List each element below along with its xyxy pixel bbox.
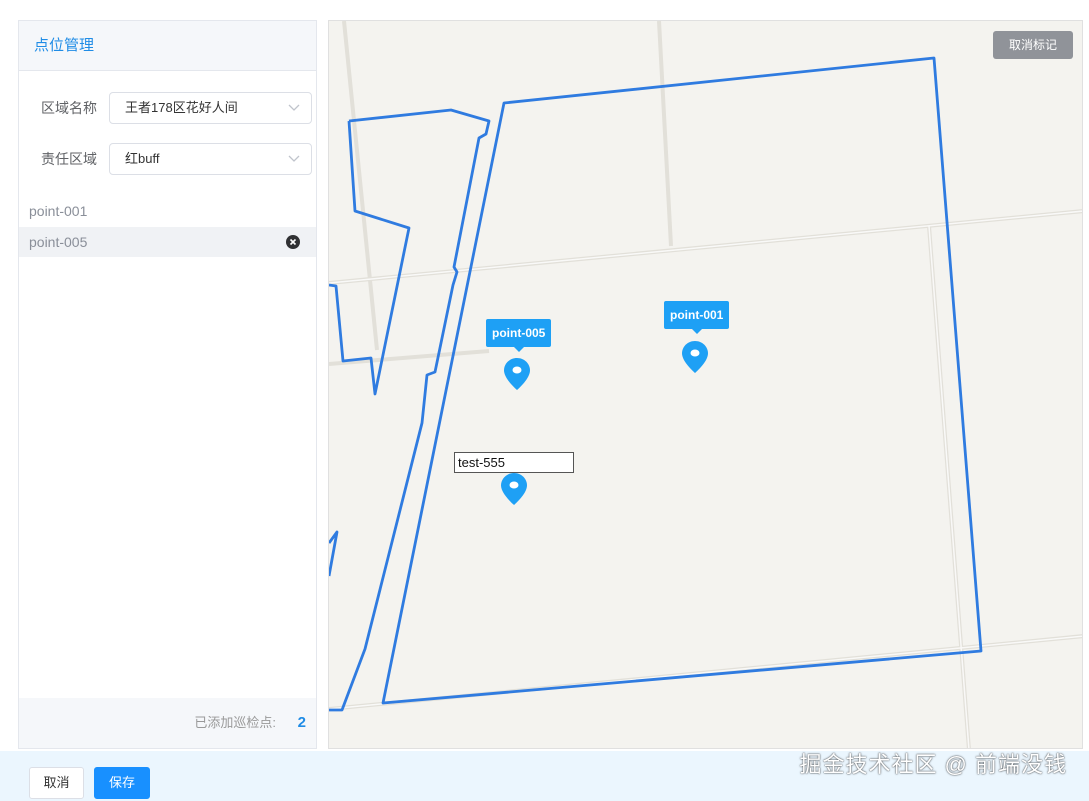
cancel-button[interactable]: 取消	[29, 767, 84, 799]
point-name: point-005	[29, 234, 88, 250]
save-button[interactable]: 保存	[94, 767, 150, 799]
point-name: point-001	[29, 203, 88, 219]
watermark: 掘金技术社区 @ 前端没钱	[799, 752, 1067, 777]
map-pin-icon[interactable]	[503, 357, 531, 391]
region-label: 区域名称	[41, 100, 97, 116]
point-management-panel: 点位管理 区域名称 王者178区花好人间 责任区域 红buff point-00…	[18, 20, 317, 749]
new-marker-name-input[interactable]	[454, 452, 574, 473]
region-select-value: 王者178区花好人间	[125, 100, 238, 115]
point-list-item[interactable]: point-005	[19, 227, 316, 257]
region-select[interactable]: 王者178区花好人间	[109, 92, 312, 124]
zone-select-value: 红buff	[125, 151, 160, 166]
map-base	[329, 21, 1082, 748]
chevron-down-icon	[288, 155, 300, 162]
cancel-mark-button[interactable]: 取消标记	[993, 31, 1073, 59]
zone-select[interactable]: 红buff	[109, 143, 312, 175]
points-count-label: 已添加巡检点:	[194, 715, 276, 730]
area-boundary	[329, 56, 983, 712]
zone-form-row: 责任区域 红buff	[19, 143, 318, 175]
panel-title: 点位管理	[19, 21, 316, 71]
map-roads	[329, 21, 1082, 748]
region-form-row: 区域名称 王者178区花好人间	[19, 92, 318, 124]
panel-footer: 已添加巡检点: 2	[19, 698, 316, 748]
map-pin-icon[interactable]	[681, 340, 709, 374]
map-canvas[interactable]: 取消标记 point-005 point-001	[328, 20, 1083, 749]
points-count-value: 2	[297, 714, 306, 731]
point-list-item[interactable]: point-001	[19, 196, 316, 226]
map-pin-icon[interactable]	[500, 472, 528, 506]
marker-label[interactable]: point-001	[664, 301, 730, 334]
remove-point-icon[interactable]	[286, 235, 300, 249]
chevron-down-icon	[288, 104, 300, 111]
dialog-footer: 取消 保存 掘金技术社区 @ 前端没钱	[0, 751, 1089, 801]
zone-label: 责任区域	[41, 151, 97, 167]
marker-label[interactable]: point-005	[486, 319, 552, 352]
